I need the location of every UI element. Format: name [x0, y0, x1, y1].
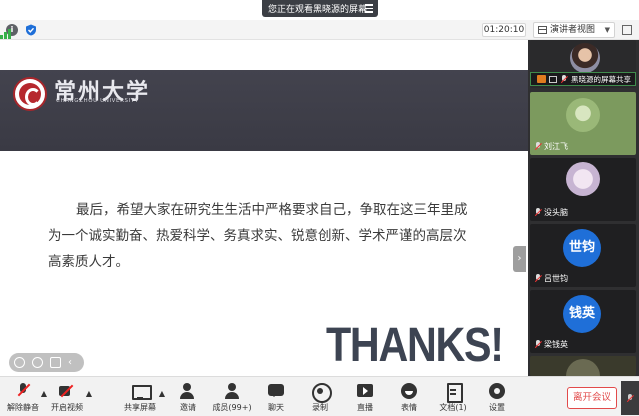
thanks-text: THANKS! — [326, 319, 504, 372]
meeting-status-bar: i 01:20:10 演讲者视图 ▼ — [0, 20, 639, 40]
record-label: 录制 — [312, 403, 328, 412]
recording-icon — [537, 75, 546, 83]
mic-muted-icon — [534, 208, 542, 217]
host-avatar — [570, 43, 600, 73]
invite-button[interactable]: 邀请 — [165, 381, 211, 415]
live-button[interactable]: 直播 — [342, 381, 388, 415]
chat-icon — [268, 383, 284, 399]
record-button[interactable]: 录制 — [297, 381, 343, 415]
documents-button[interactable]: 文档(1) — [430, 381, 476, 415]
grid-icon — [538, 26, 547, 34]
share-screen-icon — [132, 383, 152, 400]
avatar — [566, 98, 600, 132]
settings-button[interactable]: 设置 — [474, 381, 520, 415]
live-label: 直播 — [357, 403, 373, 412]
screen-icon — [549, 75, 557, 83]
chevron-down-icon: ▼ — [604, 26, 610, 34]
share-screen-button[interactable]: 共享屏幕 — [117, 381, 163, 415]
participant-name: 没头脑 — [544, 208, 568, 217]
document-icon — [445, 383, 463, 403]
avatar — [566, 162, 600, 196]
record-icon — [312, 383, 332, 403]
documents-label: 文档(1) — [439, 403, 467, 412]
participant-tile[interactable]: 没头脑 — [530, 158, 636, 221]
screen-share-banner: 您正在观看黑晓源的屏幕 — [262, 0, 378, 17]
emoji-label: 表情 — [401, 403, 417, 412]
annotate-icon[interactable] — [14, 357, 25, 368]
banner-text: 您正在观看黑晓源的屏幕 — [268, 5, 368, 15]
participant-tile[interactable]: 刘江飞 — [530, 92, 636, 155]
mic-icon — [560, 74, 568, 84]
participant-panel: 黑晓源的屏幕共享 刘江飞 没头脑 世钧 吕世钧 钱英 梁钱英 — [528, 40, 639, 376]
participant-name: 吕世钧 — [544, 274, 568, 283]
gear-icon — [489, 383, 505, 399]
mic-muted-icon — [626, 394, 634, 403]
speaker-view-button[interactable]: 演讲者视图 ▼ — [533, 22, 615, 38]
university-logo-icon — [13, 77, 47, 111]
emoji-reaction-icon[interactable] — [32, 357, 43, 368]
members-button[interactable]: 成员(99+) — [209, 381, 255, 415]
host-tile[interactable]: 黑晓源的屏幕共享 — [530, 40, 636, 88]
avatar — [566, 359, 600, 376]
share-label: 共享屏幕 — [124, 403, 156, 412]
leave-meeting-button[interactable]: 离开会议 — [567, 387, 617, 409]
invite-user-icon — [180, 383, 196, 399]
university-name-en: CHANGZHOU UNIVERSITY — [56, 98, 139, 104]
start-video-button[interactable]: 开启视频 — [44, 381, 90, 415]
annotation-toolbar[interactable]: ‹ — [9, 353, 84, 372]
view-label: 演讲者视图 — [550, 25, 596, 35]
members-label: 成员(99+) — [212, 403, 252, 412]
mic-muted-icon — [15, 383, 31, 399]
image-icon[interactable] — [50, 357, 61, 368]
mic-muted-icon — [534, 274, 542, 283]
participant-tile[interactable]: 世钧 吕世钧 — [530, 224, 636, 287]
live-stream-icon — [357, 383, 373, 399]
fullscreen-icon[interactable] — [622, 25, 632, 35]
members-icon — [224, 383, 240, 399]
meeting-toolbar: 解除静音 ▲ 开启视频 ▲ 共享屏幕 ▲ 邀请 成员(99+) 聊天 录制 直播… — [0, 376, 639, 416]
participant-name: 刘江飞 — [544, 142, 568, 151]
slide-body-text: 最后，希望大家在研究生生活中严格要求自己，争取在这三年里成为一个诚实勤奋、热爱科… — [48, 197, 468, 275]
avatar: 钱英 — [563, 295, 601, 333]
collapse-panel-button[interactable]: › — [513, 246, 526, 272]
chevron-left-icon[interactable]: ‹ — [68, 357, 79, 368]
shield-icon[interactable] — [25, 24, 37, 36]
video-options-caret[interactable]: ▲ — [85, 389, 93, 416]
emoji-icon — [401, 383, 417, 399]
avatar: 世钧 — [563, 229, 601, 267]
participant-tile[interactable]: 钱英 梁钱英 — [530, 290, 636, 353]
shared-screen: 常州大学 CHANGZHOU UNIVERSITY 最后，希望大家在研究生生活中… — [0, 40, 528, 376]
video-label: 开启视频 — [51, 403, 83, 412]
settings-label: 设置 — [489, 403, 505, 412]
camera-off-icon — [59, 383, 75, 399]
emoji-button[interactable]: 表情 — [386, 381, 432, 415]
participant-tile[interactable] — [530, 356, 636, 376]
chat-label: 聊天 — [268, 403, 284, 412]
slide-paragraph: 最后，希望大家在研究生生活中严格要求自己，争取在这三年里成为一个诚实勤奋、热爱科… — [48, 202, 468, 270]
host-name: 黑晓源的屏幕共享 — [571, 74, 631, 84]
chat-button[interactable]: 聊天 — [253, 381, 299, 415]
mic-muted-icon — [534, 142, 542, 151]
invite-label: 邀请 — [180, 403, 196, 412]
mic-muted-icon — [534, 340, 542, 349]
meeting-timer: 01:20:10 — [482, 23, 526, 37]
menu-icon[interactable] — [365, 4, 373, 13]
participant-name: 梁钱英 — [544, 340, 568, 349]
host-label: 黑晓源的屏幕共享 — [530, 72, 636, 86]
self-view-thumbnail[interactable] — [621, 381, 639, 415]
